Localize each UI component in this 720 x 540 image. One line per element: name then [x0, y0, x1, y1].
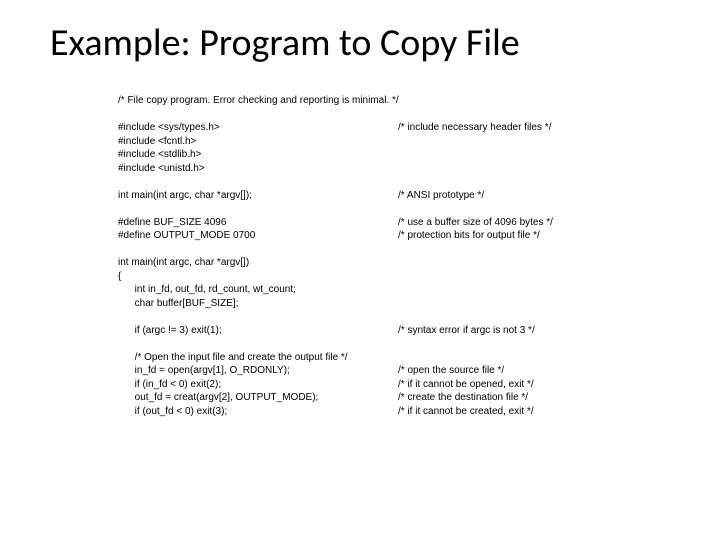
- code-line: /* File copy program. Error checking and…: [118, 94, 670, 108]
- code-comment: /* include necessary header files */: [398, 121, 670, 135]
- code-line: #define OUTPUT_MODE 0700/* protection bi…: [118, 229, 670, 243]
- code-line: char buffer[BUF_SIZE];: [118, 297, 670, 311]
- code-text: out_fd = creat(argv[2], OUTPUT_MODE);: [118, 391, 398, 405]
- code-line: if (in_fd < 0) exit(2);/* if it cannot b…: [118, 378, 670, 392]
- code-comment: [398, 256, 670, 270]
- code-line: int in_fd, out_fd, rd_count, wt_count;: [118, 283, 670, 297]
- code-text: /* Open the input file and create the ou…: [118, 351, 398, 365]
- code-comment: /* open the source file */: [398, 364, 670, 378]
- code-comment: [398, 148, 670, 162]
- code-text: if (out_fd < 0) exit(3);: [118, 405, 398, 419]
- blank-line: [118, 202, 670, 216]
- code-text: int main(int argc, char *argv[]);: [118, 189, 398, 203]
- code-comment: [398, 270, 670, 284]
- code-comment: /* protection bits for output file */: [398, 229, 670, 243]
- code-line: if (out_fd < 0) exit(3);/* if it cannot …: [118, 405, 670, 419]
- code-comment: /* if it cannot be opened, exit */: [398, 378, 670, 392]
- code-comment: /* syntax error if argc is not 3 */: [398, 324, 670, 338]
- code-line: {: [118, 270, 670, 284]
- blank-line: [118, 175, 670, 189]
- code-comment: [398, 297, 670, 311]
- code-text: #define BUF_SIZE 4096: [118, 216, 398, 230]
- code-text: /* File copy program. Error checking and…: [118, 94, 398, 108]
- code-line: in_fd = open(argv[1], O_RDONLY);/* open …: [118, 364, 670, 378]
- code-text: in_fd = open(argv[1], O_RDONLY);: [118, 364, 398, 378]
- blank-line: [118, 243, 670, 257]
- code-listing: /* File copy program. Error checking and…: [50, 94, 670, 418]
- slide: Example: Program to Copy File /* File co…: [0, 0, 720, 540]
- code-text: int main(int argc, char *argv[]): [118, 256, 398, 270]
- code-text: if (in_fd < 0) exit(2);: [118, 378, 398, 392]
- code-line: #define BUF_SIZE 4096/* use a buffer siz…: [118, 216, 670, 230]
- code-line: out_fd = creat(argv[2], OUTPUT_MODE);/* …: [118, 391, 670, 405]
- code-comment: [398, 135, 670, 149]
- code-text: #include <unistd.h>: [118, 162, 398, 176]
- code-line: int main(int argc, char *argv[]);/* ANSI…: [118, 189, 670, 203]
- code-text: char buffer[BUF_SIZE];: [118, 297, 398, 311]
- code-text: #define OUTPUT_MODE 0700: [118, 229, 398, 243]
- code-text: #include <fcntl.h>: [118, 135, 398, 149]
- code-text: {: [118, 270, 398, 284]
- code-line: #include <unistd.h>: [118, 162, 670, 176]
- code-comment: /* ANSI prototype */: [398, 189, 670, 203]
- blank-line: [118, 337, 670, 351]
- code-line: if (argc != 3) exit(1);/* syntax error i…: [118, 324, 670, 338]
- code-text: #include <stdlib.h>: [118, 148, 398, 162]
- code-text: #include <sys/types.h>: [118, 121, 398, 135]
- blank-line: [118, 108, 670, 122]
- code-comment: /* use a buffer size of 4096 bytes */: [398, 216, 670, 230]
- code-line: #include <sys/types.h>/* include necessa…: [118, 121, 670, 135]
- page-title: Example: Program to Copy File: [50, 20, 670, 66]
- code-comment: [398, 283, 670, 297]
- code-comment: [398, 94, 670, 108]
- code-text: int in_fd, out_fd, rd_count, wt_count;: [118, 283, 398, 297]
- code-text: if (argc != 3) exit(1);: [118, 324, 398, 338]
- code-line: /* Open the input file and create the ou…: [118, 351, 670, 365]
- code-comment: [398, 162, 670, 176]
- code-comment: [398, 351, 670, 365]
- code-comment: /* if it cannot be created, exit */: [398, 405, 670, 419]
- code-comment: /* create the destination file */: [398, 391, 670, 405]
- blank-line: [118, 310, 670, 324]
- code-line: #include <stdlib.h>: [118, 148, 670, 162]
- code-line: int main(int argc, char *argv[]): [118, 256, 670, 270]
- code-line: #include <fcntl.h>: [118, 135, 670, 149]
